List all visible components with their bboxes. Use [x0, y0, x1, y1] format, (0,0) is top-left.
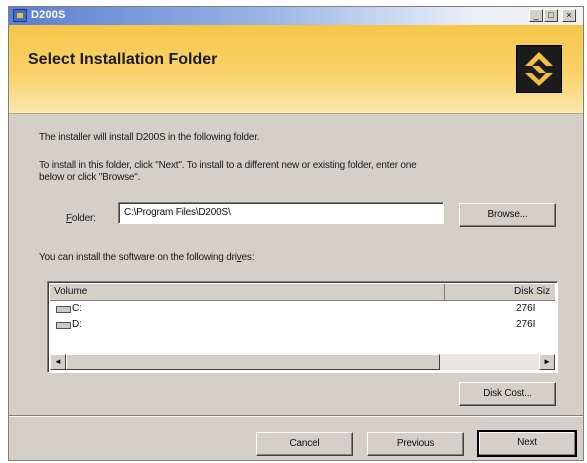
disk-size-value: 276I	[516, 303, 536, 314]
scroll-thumb[interactable]	[66, 354, 440, 370]
close-button[interactable]: ×	[562, 9, 576, 22]
volume-list-header: Volume Disk Siz	[50, 284, 555, 301]
page-title: Select Installation Folder	[28, 51, 218, 68]
maximize-button[interactable]: □	[544, 9, 558, 22]
window-title: D200S	[31, 9, 66, 21]
instructions-text-line1: To install in this folder, click "Next".…	[39, 160, 417, 171]
next-button[interactable]: Next	[477, 430, 577, 457]
scroll-right-button[interactable]: ►	[539, 354, 555, 370]
installer-window: D200S _ □ × Select Installation Folder T…	[8, 6, 584, 461]
instructions-text-line2: below or click "Browse".	[39, 172, 141, 183]
folder-label-rest: older:	[71, 213, 96, 224]
column-header-volume[interactable]: Volume	[50, 284, 445, 300]
minimize-button[interactable]: _	[529, 9, 543, 22]
brand-logo-icon	[516, 45, 562, 93]
folder-label: Folder:	[66, 213, 96, 224]
footer-divider	[9, 415, 583, 417]
intro-text: The installer will install D200S in the …	[39, 132, 260, 143]
previous-button[interactable]: Previous	[367, 432, 464, 456]
header-banner: Select Installation Folder	[9, 25, 583, 114]
browse-button[interactable]: Browse...	[459, 203, 556, 227]
drives-text-before: You can install the software on the foll…	[39, 252, 237, 263]
drives-text: You can install the software on the foll…	[39, 252, 254, 263]
volume-row[interactable]: C: 276I	[50, 302, 555, 316]
column-header-disk-size[interactable]: Disk Siz	[446, 284, 557, 300]
disk-size-value: 276I	[516, 319, 536, 330]
installer-app-icon	[13, 9, 27, 22]
folder-path-input[interactable]: C:\Program Files\D200S\	[118, 202, 444, 224]
title-bar[interactable]: D200S _ □ ×	[9, 7, 583, 25]
hard-drive-icon	[56, 322, 71, 329]
volume-name: D:	[72, 319, 82, 330]
horizontal-scrollbar[interactable]: ◄ ►	[50, 354, 555, 370]
hard-drive-icon	[56, 306, 71, 313]
volume-name: C:	[72, 303, 82, 314]
volume-row[interactable]: D: 276I	[50, 318, 555, 332]
brand-logo-mark	[525, 52, 553, 86]
scroll-left-button[interactable]: ◄	[50, 354, 66, 370]
cancel-button[interactable]: Cancel	[256, 432, 353, 456]
drives-text-after: es:	[241, 252, 255, 263]
disk-cost-button[interactable]: Disk Cost...	[459, 382, 556, 406]
volume-list[interactable]: Volume Disk Siz C: 276I D: 276I ◄ ►	[47, 281, 558, 373]
